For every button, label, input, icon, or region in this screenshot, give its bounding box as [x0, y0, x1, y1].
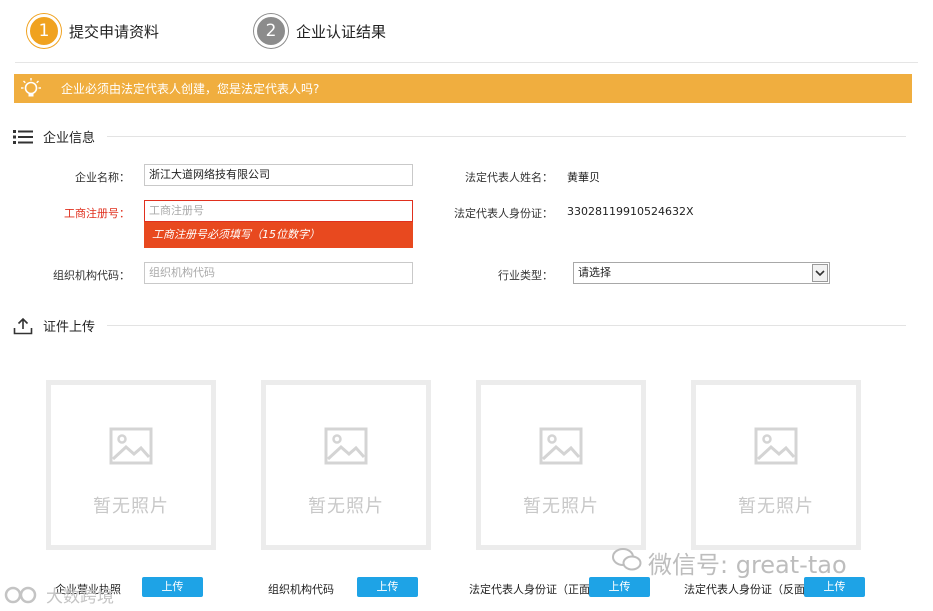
org-code-upload-label: 组织机构代码	[268, 583, 334, 596]
upload-id-front-button[interactable]: 上传	[589, 577, 650, 597]
company-info-header: 企业信息	[13, 127, 906, 146]
wechat-icon	[612, 547, 642, 579]
wechat-watermark-text: 微信号: great-tao	[648, 551, 847, 579]
image-placeholder-icon	[324, 427, 368, 468]
certificate-upload-title: 证件上传	[43, 320, 96, 335]
wechat-watermark: 微信号: great-tao	[612, 545, 847, 580]
chevron-down-icon[interactable]	[812, 264, 828, 282]
industry-type-label: 行业类型：	[498, 269, 553, 282]
legal-rep-name-value: 黄華贝	[567, 171, 600, 184]
org-code-label: 组织机构代码：	[53, 269, 130, 282]
section-divider	[107, 325, 906, 326]
section-divider	[107, 136, 906, 137]
upload-org-code-button[interactable]: 上传	[357, 577, 418, 597]
steps-divider	[15, 62, 918, 63]
legal-rep-id-value: 33028119910524632X	[567, 205, 694, 218]
image-placeholder-icon	[754, 427, 798, 468]
upload-id-back-button[interactable]: 上传	[804, 577, 865, 597]
no-photo-text: 暂无照片	[738, 496, 814, 517]
warning-banner: 企业必须由法定代表人创建，您是法定代表人吗?	[14, 74, 912, 103]
industry-type-select[interactable]: 请选择	[573, 262, 830, 284]
step-2: 2 企业认证结果	[254, 14, 386, 48]
upload-icon	[13, 317, 35, 335]
step-2-number: 2	[254, 14, 288, 48]
registration-number-input[interactable]: 工商注册号	[144, 200, 413, 222]
company-name-input[interactable]: 浙江大道网络技有限公司	[144, 164, 413, 186]
org-code-photo: 暂无照片	[261, 380, 431, 550]
id-front-photo: 暂无照片	[476, 380, 646, 550]
business-license-photo: 暂无照片	[46, 380, 216, 550]
id-front-label: 法定代表人身份证（正面）	[469, 583, 601, 596]
legal-rep-name-label: 法定代表人姓名：	[465, 171, 553, 184]
lightbulb-icon	[14, 74, 48, 103]
step-1-number: 1	[27, 14, 61, 48]
image-placeholder-icon	[539, 427, 583, 468]
no-photo-text: 暂无照片	[523, 496, 599, 517]
registration-number-label: 工商注册号：	[64, 207, 130, 220]
org-code-input[interactable]: 组织机构代码	[144, 262, 413, 284]
legal-rep-id-label: 法定代表人身份证：	[454, 207, 553, 220]
progress-steps: 1 提交申请资料 2 企业认证结果	[0, 0, 933, 64]
certificate-upload-header: 证件上传	[13, 316, 906, 335]
id-back-photo: 暂无照片	[691, 380, 861, 550]
brand-logo-text: 大数跨境	[46, 587, 114, 607]
step-2-label: 企业认证结果	[296, 22, 387, 41]
warning-text: 企业必须由法定代表人创建，您是法定代表人吗?	[61, 82, 320, 96]
upload-business-license-button[interactable]: 上传	[142, 577, 203, 597]
id-back-label: 法定代表人身份证（反面）	[684, 583, 816, 596]
step-1-label: 提交申请资料	[69, 22, 160, 41]
company-info-title: 企业信息	[43, 131, 96, 146]
no-photo-text: 暂无照片	[308, 496, 384, 517]
brand-logo: 大数跨境	[4, 582, 114, 607]
no-photo-text: 暂无照片	[93, 496, 169, 517]
image-placeholder-icon	[109, 427, 153, 468]
company-name-label: 企业名称：	[75, 171, 130, 184]
registration-error-message: 工商注册号必须填写（15位数字）	[144, 222, 413, 248]
step-1: 1 提交申请资料	[27, 14, 159, 48]
industry-type-value: 请选择	[578, 266, 611, 279]
list-icon	[13, 128, 35, 146]
